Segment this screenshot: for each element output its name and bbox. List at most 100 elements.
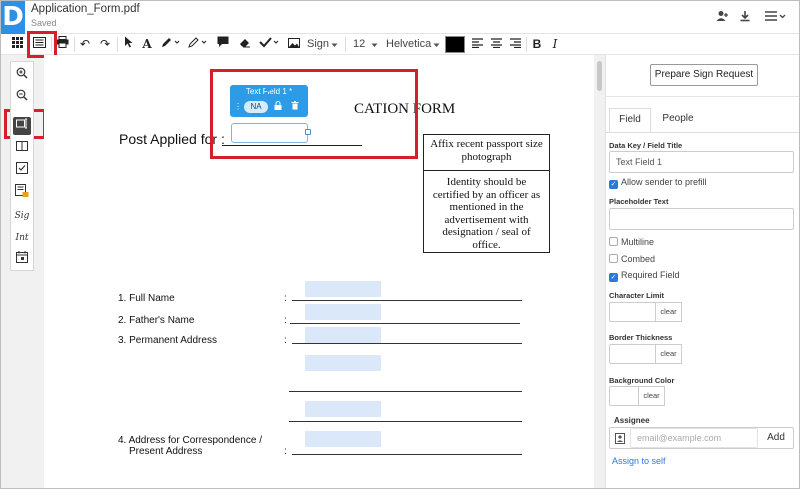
data-key-input[interactable]: Text Field 1	[609, 151, 794, 173]
chevron-down-icon[interactable]	[370, 36, 379, 53]
align-left-icon[interactable]	[470, 36, 484, 53]
add-user-icon[interactable]	[715, 10, 729, 24]
font-size-select[interactable]: 12	[353, 36, 367, 53]
menu-icon[interactable]	[763, 10, 787, 24]
assign-to-self-link[interactable]: Assign to self	[612, 456, 666, 466]
italic-button[interactable]: I	[549, 36, 561, 53]
chevron-down-icon[interactable]	[330, 36, 339, 53]
tab-people[interactable]: People	[656, 108, 700, 132]
data-key-label: Data Key / Field Title	[609, 141, 683, 150]
char-limit-clear-button[interactable]: clear	[656, 302, 682, 322]
char-limit-label: Character Limit	[609, 291, 665, 300]
chevron-down-icon[interactable]	[432, 36, 441, 53]
checkbox-unchecked-icon[interactable]	[609, 254, 618, 263]
colon: :	[284, 315, 287, 326]
placeholder-label: Placeholder Text	[609, 197, 669, 206]
underline	[292, 300, 522, 301]
checkbox-checked-icon[interactable]: ✓	[609, 273, 618, 282]
form-input-field[interactable]	[305, 355, 381, 371]
date-tool-icon[interactable]	[11, 251, 33, 269]
checkbox-checked-icon[interactable]: ✓	[609, 180, 618, 189]
scrollbar-thumb[interactable]	[597, 61, 602, 91]
required-label: Required Field	[621, 270, 680, 280]
comment-icon[interactable]	[216, 36, 230, 53]
editor-toolbar: ↶ ↷ A Sign 12 Helvetica B I	[1, 34, 799, 55]
correspondence-address-label: 4. Address for Correspondence /	[118, 435, 262, 446]
properties-panel: Prepare Sign Request Field People Data K…	[605, 55, 799, 488]
app-window: D Application_Form.pdf Saved ↶ ↷ A Sign …	[0, 0, 800, 489]
form-input-field[interactable]	[305, 401, 381, 417]
page-scrollbar[interactable]	[595, 55, 604, 488]
checkbox-unchecked-icon[interactable]	[609, 237, 618, 246]
assignee-email-input[interactable]: email@example.com	[630, 428, 758, 448]
redo-icon[interactable]: ↷	[98, 36, 112, 53]
checkbox-tool-icon[interactable]	[11, 162, 33, 180]
required-option[interactable]: ✓ Required Field	[609, 270, 680, 282]
prepare-sign-request-button[interactable]: Prepare Sign Request	[650, 64, 758, 86]
add-assignee-button[interactable]: Add	[758, 428, 794, 448]
char-limit-input[interactable]	[609, 302, 656, 322]
initials-tool-icon[interactable]: Int	[11, 229, 33, 247]
assignee-label: Assignee	[614, 416, 650, 425]
placeholder-input[interactable]	[609, 208, 794, 230]
font-family-select[interactable]: Helvetica	[386, 36, 432, 53]
form-input-field[interactable]	[305, 281, 381, 297]
bg-color-swatch[interactable]	[609, 386, 639, 406]
permanent-address-label: 3. Permanent Address	[118, 335, 217, 346]
colon: :	[284, 335, 287, 346]
download-icon[interactable]	[738, 10, 752, 24]
text-field-tool-icon[interactable]	[13, 117, 31, 135]
grid-view-icon[interactable]	[9, 36, 25, 53]
form-input-field[interactable]	[305, 304, 381, 320]
bg-color-label: Background Color	[609, 376, 675, 385]
underline	[292, 454, 522, 455]
form-input-field[interactable]	[305, 431, 381, 447]
allow-prefill-option[interactable]: ✓ Allow sender to prefill	[609, 177, 707, 189]
app-logo: D	[1, 1, 25, 34]
bg-color-clear-button[interactable]: clear	[639, 386, 665, 406]
eraser-icon[interactable]	[238, 36, 252, 53]
panel-divider	[606, 96, 799, 97]
toolbar-divider	[117, 37, 118, 52]
multiline-option[interactable]: Multiline	[609, 237, 654, 247]
checkmark-tool-icon[interactable]	[258, 36, 282, 53]
border-thickness-label: Border Thickness	[609, 333, 673, 342]
field-tools-sidebar: Sig Int	[10, 61, 34, 271]
image-tool-icon[interactable]	[287, 36, 301, 53]
toolbar-divider	[526, 37, 527, 52]
document-title: Application_Form.pdf	[31, 3, 140, 15]
align-center-icon[interactable]	[489, 36, 503, 53]
label-field-tool-icon[interactable]	[11, 140, 33, 158]
combed-label: Combed	[621, 254, 656, 264]
tab-field[interactable]: Field	[609, 108, 651, 132]
highlighter-icon[interactable]	[187, 36, 209, 53]
form-input-field[interactable]	[305, 327, 381, 343]
border-thickness-input[interactable]	[609, 344, 656, 364]
underline	[289, 421, 522, 422]
sign-dropdown[interactable]: Sign	[307, 36, 331, 53]
bold-button[interactable]: B	[531, 36, 543, 53]
align-right-icon[interactable]	[508, 36, 522, 53]
zoom-in-icon[interactable]	[11, 67, 33, 85]
undo-icon[interactable]: ↶	[78, 36, 92, 53]
border-thickness-clear-button[interactable]: clear	[656, 344, 682, 364]
combed-option[interactable]: Combed	[609, 254, 655, 264]
fathers-name-label: 2. Father's Name	[118, 315, 195, 326]
highlight-box	[27, 31, 57, 58]
underline	[290, 323, 520, 324]
present-address-label: Present Address	[129, 446, 203, 457]
locked-field-tool-icon[interactable]	[11, 184, 33, 202]
signature-tool-icon[interactable]: Sig	[11, 207, 33, 225]
select-cursor-icon[interactable]	[122, 36, 135, 53]
highlight-box	[210, 69, 418, 159]
contact-card-icon[interactable]	[615, 433, 625, 447]
zoom-out-icon[interactable]	[11, 89, 33, 107]
text-tool-icon[interactable]: A	[140, 36, 154, 53]
multiline-label: Multiline	[621, 237, 655, 247]
post-applied-label: Post Applied for :	[119, 131, 225, 147]
text-color-swatch[interactable]	[445, 36, 465, 53]
pen-tool-icon[interactable]	[160, 36, 182, 53]
toolbar-divider	[345, 37, 346, 52]
underline	[292, 343, 522, 344]
assignee-field: email@example.com Add	[609, 427, 794, 449]
